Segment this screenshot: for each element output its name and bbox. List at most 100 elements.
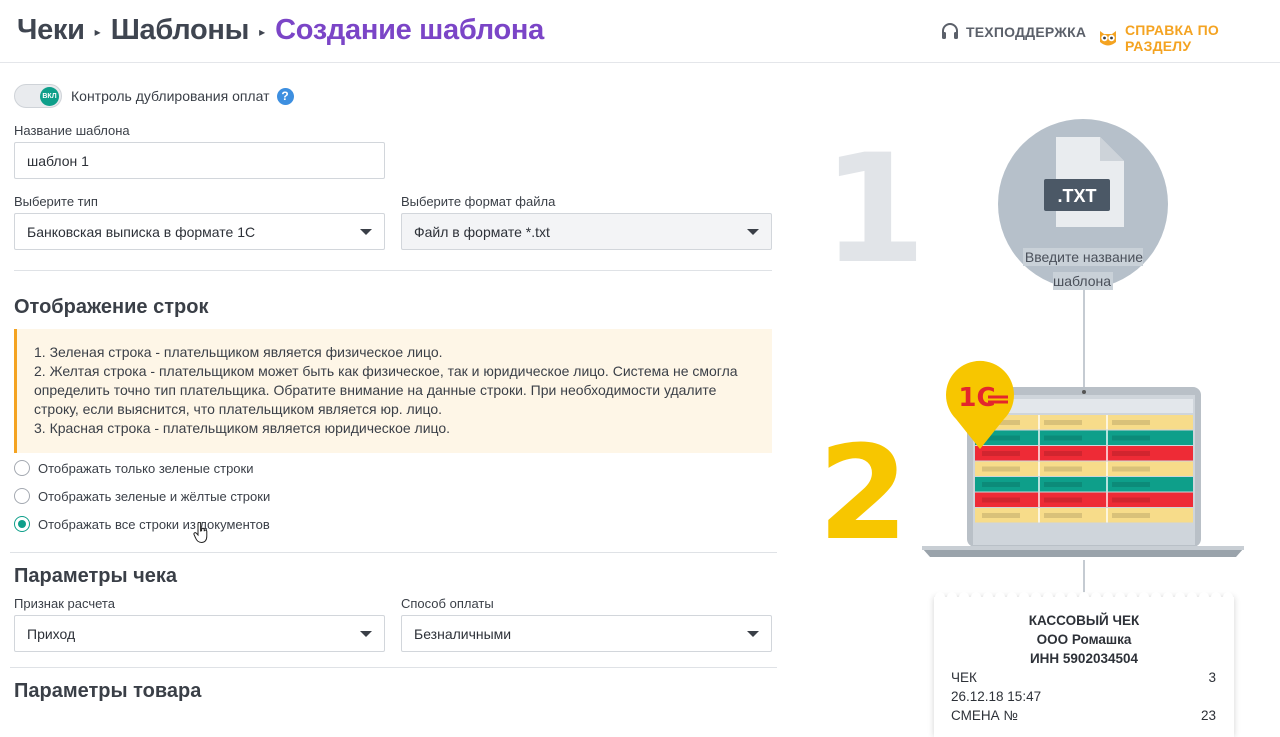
radio-option-green[interactable]: Отображать только зеленые строки [14, 460, 253, 476]
spreadsheet-cell-text [1044, 420, 1082, 425]
receipt-tooth [1211, 592, 1221, 602]
spreadsheet-cell-text [1044, 466, 1082, 472]
spreadsheet-col-divider [1106, 415, 1108, 430]
receipt-tooth [1199, 592, 1209, 602]
calc-select[interactable]: Приход [14, 615, 385, 652]
breadcrumb-checks[interactable]: Чеки [17, 14, 85, 47]
spreadsheet-cell-text [1112, 466, 1150, 472]
toggle-label: Контроль дублирования оплат [71, 88, 270, 104]
receipt-tooth [1223, 592, 1233, 602]
receipt-tooth [1151, 592, 1161, 602]
format-select[interactable]: Файл в формате *.txt [401, 213, 772, 250]
process-illustration: 1 2 .TXT Введите название шаблона 1С КАС… [800, 63, 1280, 737]
receipt-teeth [934, 592, 1234, 602]
receipt-row-left: 26.12.18 15:47 [951, 689, 1042, 704]
receipt-tooth [1163, 592, 1173, 602]
hand-cursor-icon [193, 522, 208, 544]
receipt-row-left: СМЕНА № [951, 708, 1018, 723]
file-ext-label: .TXT [1058, 186, 1097, 206]
caption-text: Введите название шаблона [1022, 248, 1144, 290]
spreadsheet-col-divider [1106, 508, 1108, 523]
divider [10, 552, 777, 553]
spreadsheet-cell-text [982, 466, 1020, 472]
type-label: Выберите тип [14, 194, 98, 209]
toggle-knob: ВКЛ [40, 87, 59, 106]
chevron-down-icon [747, 228, 759, 235]
breadcrumb-templates[interactable]: Шаблоны [111, 14, 250, 47]
chevron-down-icon [360, 228, 372, 235]
duplicate-control-row: ВКЛ Контроль дублирования оплат ? [14, 84, 294, 108]
payment-select[interactable]: Безналичными [401, 615, 772, 652]
radio-option-green-yellow[interactable]: Отображать зеленые и жёлтые строки [14, 488, 270, 504]
spreadsheet-cell-text [1044, 497, 1082, 503]
radio-option-all[interactable]: Отображать все строки из документов [14, 516, 270, 532]
note-line: 2. Желтая строка - плательщиком может бы… [34, 363, 738, 417]
spreadsheet-cell-text [1112, 513, 1150, 518]
format-label: Выберите формат файла [401, 194, 556, 209]
connector-line [1083, 289, 1085, 389]
receipt-tooth [1019, 592, 1029, 602]
receipt-tooth [983, 592, 993, 602]
spreadsheet-cell-text [1112, 420, 1150, 425]
spreadsheet-col-divider [1106, 492, 1108, 507]
receipt-tooth [1115, 592, 1125, 602]
spreadsheet-cell-text [1112, 451, 1150, 456]
spreadsheet-col-divider [1106, 446, 1108, 461]
chevron-down-icon [747, 630, 759, 637]
calc-label: Признак расчета [14, 596, 115, 611]
radio-label: Отображать только зеленые строки [38, 460, 254, 476]
spreadsheet-cell-text [1112, 497, 1150, 503]
receipt-tooth [995, 592, 1005, 602]
spreadsheet-col-divider [1106, 477, 1108, 492]
receipt-row: ЧЕК 3 [951, 670, 1216, 685]
receipt-tooth [1103, 592, 1113, 602]
spreadsheet-col-divider [1038, 492, 1040, 507]
spreadsheet-col-divider [1038, 477, 1040, 492]
receipt-tooth [1031, 592, 1041, 602]
spreadsheet-cell-text [1112, 482, 1150, 487]
radio-button[interactable] [14, 460, 30, 476]
chevron-down-icon [360, 630, 372, 637]
step1-caption: Введите название шаблона [1018, 245, 1148, 293]
receipt-row: 26.12.18 15:47 [951, 689, 1216, 704]
spreadsheet-col-divider [1038, 430, 1040, 445]
spreadsheet-col-divider [1038, 415, 1040, 430]
help-icon[interactable]: ? [276, 87, 294, 105]
payment-label: Способ оплаты [401, 596, 494, 611]
page-title: Создание шаблона [275, 14, 544, 46]
receipt-tooth [947, 592, 957, 602]
owl-icon [1097, 28, 1119, 48]
duplicate-control-toggle[interactable]: ВКЛ [14, 84, 62, 108]
receipt-tooth [1187, 592, 1197, 602]
divider [14, 270, 772, 271]
receipt-tooth [971, 592, 981, 602]
receipt-tooth [1055, 592, 1065, 602]
payment-select-value: Безналичными [414, 625, 512, 642]
note-line: 3. Красная строка - плательщиком являетс… [34, 420, 451, 436]
support-link[interactable]: ТЕХПОДДЕРЖКА [940, 22, 1086, 42]
radio-button-checked[interactable] [14, 516, 30, 532]
breadcrumb: Чеки ▸ Шаблоны ▸ Создание шаблона [17, 14, 544, 47]
help-label: СПРАВКА ПО РАЗДЕЛУ [1125, 22, 1219, 54]
radio-button[interactable] [14, 488, 30, 504]
spreadsheet-cell-text [1044, 435, 1082, 441]
spreadsheet-cell-text [982, 482, 1020, 487]
type-select[interactable]: Банковская выписка в формате 1С [14, 213, 385, 250]
receipt-title: КАССОВЫЙ ЧЕК [1028, 613, 1140, 628]
receipt-tooth [959, 592, 969, 602]
receipt-params-title: Параметры чека [14, 565, 178, 587]
spreadsheet-col-divider [1038, 446, 1040, 461]
receipt-preview: КАССОВЫЙ ЧЕК ООО Ромашка ИНН 5902034504 … [934, 592, 1234, 737]
template-name-input[interactable]: шаблон 1 [14, 142, 385, 179]
product-params-title: Параметры товара [14, 680, 202, 702]
breadcrumb-separator-icon: ▸ [94, 24, 101, 39]
rows-section-title: Отображение строк [14, 296, 209, 318]
section-help-link[interactable]: СПРАВКА ПО РАЗДЕЛУ [1097, 22, 1280, 54]
spreadsheet-col-divider [1038, 461, 1040, 476]
receipt-tooth [1043, 592, 1053, 602]
type-select-value: Банковская выписка в формате 1С [27, 223, 256, 240]
radio-label: Отображать зеленые и жёлтые строки [38, 488, 271, 504]
spreadsheet-col-divider [1038, 508, 1040, 523]
receipt-tooth [1139, 592, 1149, 602]
template-form: ВКЛ Контроль дублирования оплат ? Назван… [0, 63, 800, 720]
